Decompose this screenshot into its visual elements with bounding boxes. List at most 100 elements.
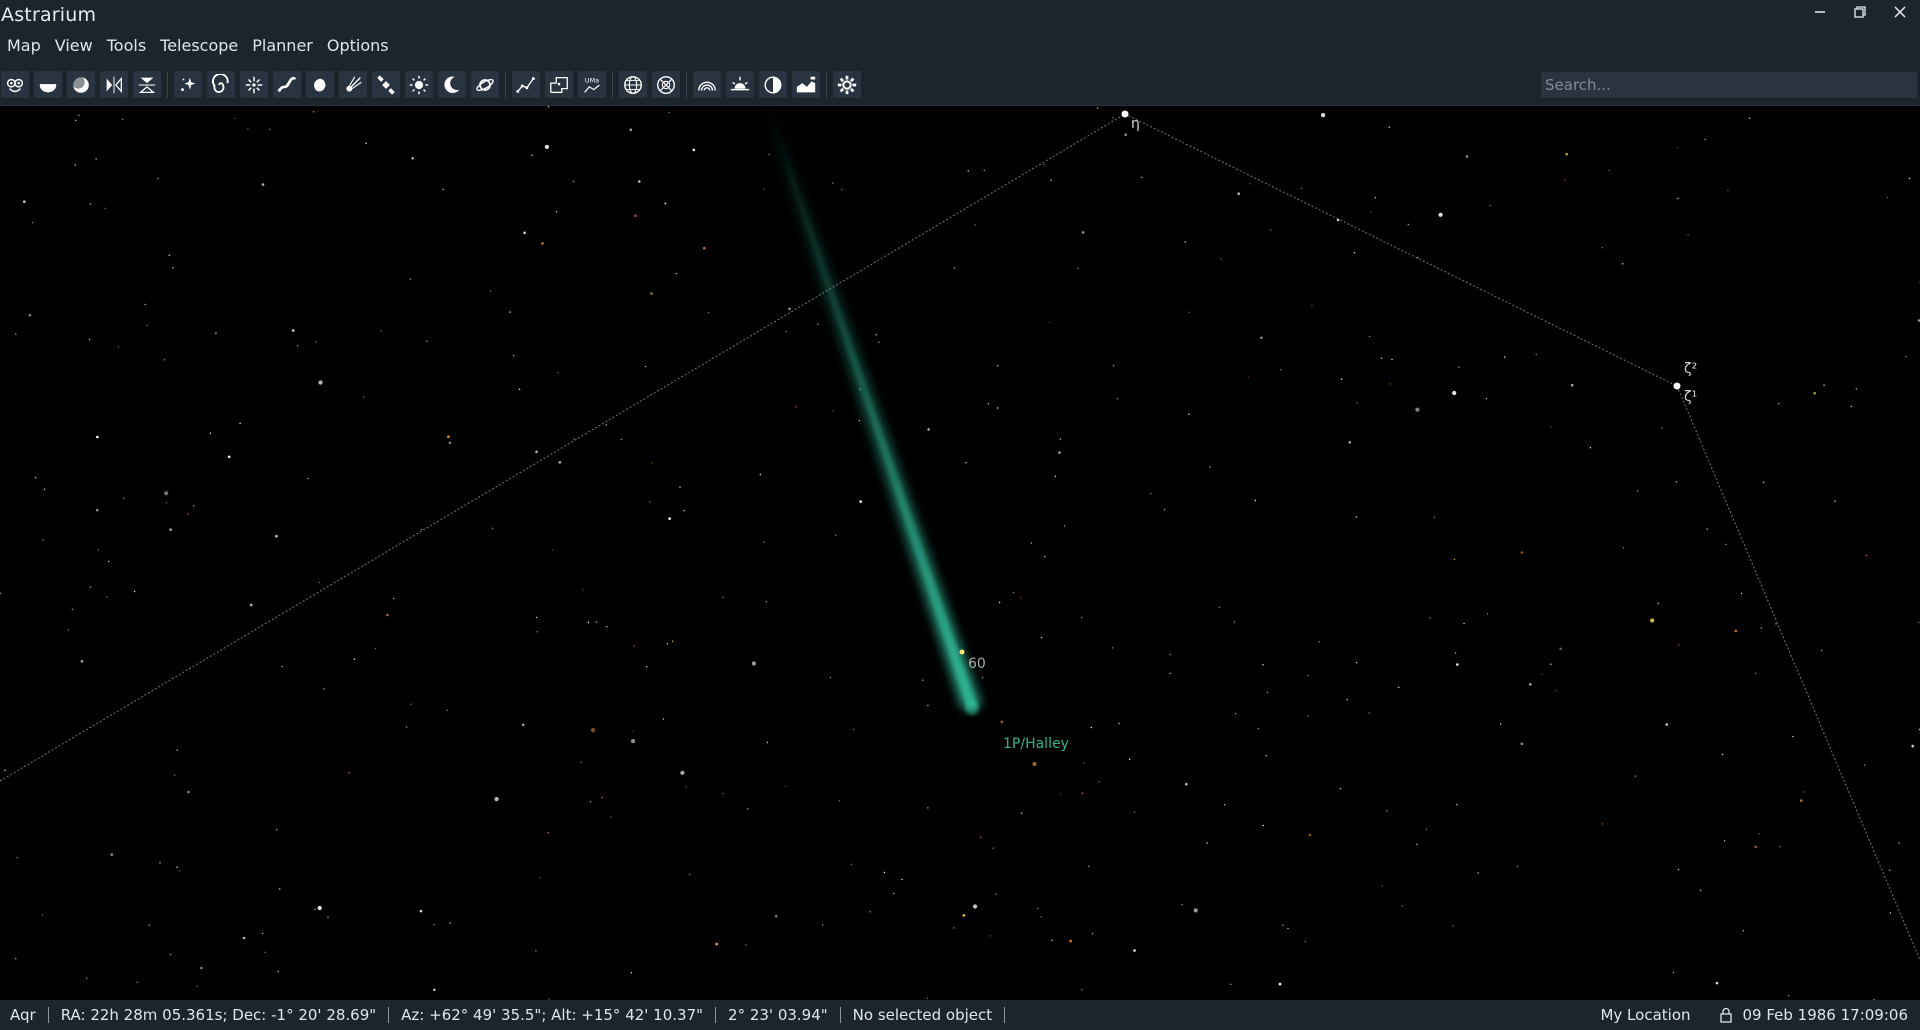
search-input[interactable] <box>1541 72 1917 98</box>
status-datetime[interactable]: 09 Feb 1986 17:09:06 <box>1741 1006 1920 1024</box>
background-star <box>1433 516 1436 519</box>
background-star <box>1500 723 1502 725</box>
toolbar-stars-button[interactable] <box>174 71 202 98</box>
star-eta-aqr[interactable] <box>1121 110 1129 118</box>
background-star <box>832 182 834 184</box>
restore-button[interactable] <box>1840 0 1880 24</box>
background-star <box>1799 799 1803 802</box>
background-star <box>605 424 607 426</box>
toolbar-novae-button[interactable] <box>240 71 268 98</box>
bright-stars <box>959 110 1681 655</box>
star-zeta-aqr[interactable] <box>1673 382 1681 390</box>
toolbar-settings-button[interactable] <box>833 71 861 98</box>
sky-map[interactable]: η ζ² ζ¹ 60 1P/Halley <box>0 106 1920 1000</box>
toolbar-satellites-button[interactable] <box>372 71 400 98</box>
background-star <box>1672 971 1675 974</box>
background-star <box>1622 263 1624 265</box>
toolbar-flip-horizontal-button[interactable] <box>100 71 128 98</box>
background-star <box>1388 126 1391 128</box>
background-star <box>1090 726 1093 729</box>
toolbar-planets-button[interactable] <box>471 71 499 98</box>
menu-telescope[interactable]: Telescope <box>153 29 245 63</box>
toolbar-night-mode-button[interactable] <box>759 71 787 98</box>
background-star <box>1098 781 1101 783</box>
background-star <box>449 922 451 924</box>
comet-halley[interactable] <box>760 106 982 715</box>
background-star <box>869 911 871 913</box>
label-comet-halley[interactable]: 1P/Halley <box>1003 736 1069 752</box>
status-location[interactable]: My Location <box>1588 1006 1718 1024</box>
background-star <box>1223 804 1226 806</box>
toolbar-deep-sky-button[interactable] <box>207 71 235 98</box>
background-star <box>187 790 190 794</box>
toolbar-equatorial-grid-button[interactable] <box>619 71 647 98</box>
background-star <box>829 676 832 679</box>
star-field <box>0 106 1920 1000</box>
constellation-borders-icon <box>550 76 568 93</box>
background-star <box>1463 622 1465 625</box>
close-button[interactable] <box>1880 0 1920 24</box>
minimize-button[interactable] <box>1800 0 1840 24</box>
toolbar-landscape-button[interactable] <box>792 71 820 98</box>
toolbar-constellation-labels-button[interactable]: UMa <box>578 71 606 98</box>
owl-icon <box>6 78 24 92</box>
toolbar-moon-button[interactable] <box>438 71 466 98</box>
background-star <box>1456 803 1458 806</box>
background-star <box>632 730 634 732</box>
background-star <box>1088 865 1090 868</box>
background-star <box>1081 792 1084 794</box>
constellation-lines-icon <box>516 76 535 93</box>
background-star <box>629 128 633 132</box>
background-star <box>671 640 674 642</box>
background-star <box>1465 155 1469 158</box>
constellation-line <box>1676 385 1920 961</box>
toolbar-milky-way-button[interactable] <box>273 71 301 98</box>
background-star <box>832 410 834 412</box>
background-star <box>136 981 138 983</box>
toolbar-constellation-lines-button[interactable] <box>512 71 540 98</box>
background-star <box>683 510 685 512</box>
background-star <box>34 477 37 479</box>
toolbar-atmosphere-button[interactable] <box>67 71 95 98</box>
background-star <box>164 491 169 496</box>
toolbar-daylight-button[interactable] <box>726 71 754 98</box>
sphere-shade-icon <box>71 75 89 93</box>
toolbar-asteroids-button[interactable] <box>306 71 334 98</box>
sky-canvas[interactable] <box>0 106 1920 1000</box>
label-zeta2: ζ² <box>1684 361 1698 377</box>
background-star <box>491 527 494 529</box>
background-star <box>668 111 670 114</box>
background-star <box>1529 683 1532 686</box>
background-star <box>989 935 991 937</box>
label-eta: η <box>1131 116 1140 132</box>
menu-view[interactable]: View <box>48 29 100 63</box>
background-star <box>1486 613 1489 615</box>
menu-options[interactable]: Options <box>320 29 396 63</box>
toolbar-atmosphere-glow-button[interactable] <box>693 71 721 98</box>
toolbar-comets-button[interactable] <box>339 71 367 98</box>
menu-planner[interactable]: Planner <box>245 29 320 63</box>
background-star <box>1381 885 1383 887</box>
background-star <box>144 303 146 306</box>
background-star <box>1260 336 1263 340</box>
menu-map[interactable]: Map <box>0 29 48 63</box>
background-star <box>410 703 412 705</box>
background-star <box>277 970 279 973</box>
background-star <box>1637 490 1639 492</box>
toolbar-sun-button[interactable] <box>405 71 433 98</box>
moon-icon <box>444 75 460 93</box>
toolbar-horizontal-grid-button[interactable] <box>652 71 680 98</box>
label-star-60: 60 <box>968 656 986 672</box>
background-star <box>187 513 189 515</box>
background-star <box>1863 764 1866 766</box>
toolbar-constellation-borders-button[interactable] <box>545 71 573 98</box>
background-star <box>96 435 99 439</box>
toolbar-owl-button[interactable] <box>1 71 29 98</box>
star-60-aqr[interactable] <box>959 649 965 655</box>
background-star <box>1504 356 1506 358</box>
toolbar-ground-button[interactable] <box>34 71 62 98</box>
lock-icon[interactable] <box>1719 1007 1741 1023</box>
toolbar-flip-vertical-button[interactable] <box>133 71 161 98</box>
background-star <box>1209 466 1211 468</box>
menu-tools[interactable]: Tools <box>100 29 153 63</box>
